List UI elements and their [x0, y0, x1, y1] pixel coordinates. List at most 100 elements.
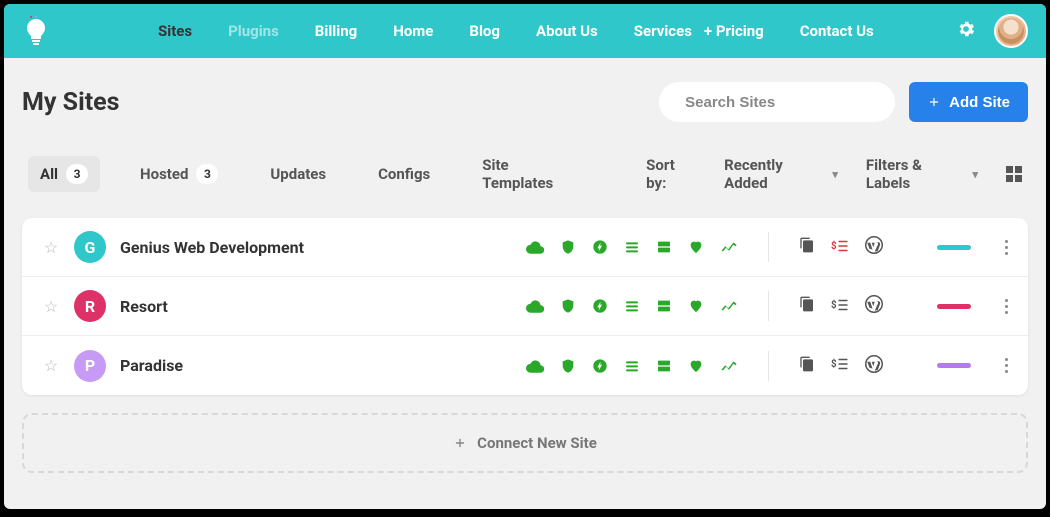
storage-icon — [656, 358, 672, 374]
tab-all[interactable]: All 3 — [28, 156, 100, 192]
tab-configs[interactable]: Configs — [366, 157, 442, 191]
heartbeat-icon — [688, 239, 704, 255]
cloud-icon — [526, 299, 544, 313]
nav-about[interactable]: About Us — [536, 22, 598, 40]
tab-hosted-count: 3 — [196, 164, 218, 184]
shield-icon — [560, 239, 576, 255]
svg-text:$: $ — [831, 300, 837, 311]
nav-billing[interactable]: Billing — [315, 22, 357, 40]
chevron-down-icon: ▾ — [832, 168, 838, 181]
chevron-down-icon: ▾ — [972, 168, 978, 181]
tab-hosted[interactable]: Hosted 3 — [128, 156, 230, 192]
connect-label: Connect New Site — [477, 434, 597, 452]
analytics-icon — [720, 240, 738, 254]
wordpress-icon[interactable] — [865, 295, 883, 317]
wordpress-icon[interactable] — [865, 236, 883, 258]
filters-label: Filters & Labels — [866, 156, 965, 192]
kebab-menu-icon[interactable] — [1005, 358, 1008, 373]
heartbeat-icon — [688, 298, 704, 314]
color-label-dash[interactable] — [937, 245, 971, 250]
status-icons — [526, 298, 738, 314]
bolt-circle-icon — [592, 298, 608, 314]
divider — [768, 232, 769, 262]
nav-home[interactable]: Home — [393, 22, 433, 40]
site-name: Resort — [120, 297, 512, 316]
shield-icon — [560, 298, 576, 314]
add-site-button[interactable]: Add Site — [909, 82, 1028, 122]
cloud-icon — [526, 359, 544, 373]
nav-plugins[interactable]: Plugins — [228, 22, 279, 40]
action-icons: $ — [799, 295, 883, 317]
storage-icon — [656, 298, 672, 314]
nav-pricing[interactable]: + Pricing — [704, 22, 764, 40]
sort-dropdown[interactable]: Recently Added ▾ — [724, 156, 838, 192]
site-letter-badge: G — [74, 231, 106, 263]
wordpress-icon[interactable] — [865, 355, 883, 377]
action-icons: $ — [799, 236, 883, 258]
grid-view-icon[interactable] — [1006, 166, 1022, 182]
analytics-icon — [720, 359, 738, 373]
search-box[interactable] — [659, 82, 895, 122]
site-row[interactable]: ☆ G Genius Web Development $ — [22, 218, 1028, 277]
tab-hosted-label: Hosted — [140, 165, 188, 183]
add-site-label: Add Site — [949, 94, 1010, 111]
lines-icon — [624, 358, 640, 374]
plus-icon — [453, 436, 467, 450]
filter-tabs: All 3 Hosted 3 Updates Configs Site Temp… — [4, 142, 1046, 218]
site-name: Paradise — [120, 356, 512, 375]
divider — [768, 351, 769, 381]
shield-icon — [560, 358, 576, 374]
heartbeat-icon — [688, 358, 704, 374]
site-row[interactable]: ☆ P Paradise $ — [22, 336, 1028, 395]
bolt-circle-icon — [592, 358, 608, 374]
sort-value-label: Recently Added — [724, 156, 824, 192]
tab-all-count: 3 — [66, 164, 88, 184]
top-navbar: Sites Plugins Billing Home Blog About Us… — [4, 4, 1046, 58]
nav-services[interactable]: Services — [634, 22, 692, 40]
tab-templates[interactable]: Site Templates — [470, 148, 590, 200]
gear-icon[interactable] — [956, 19, 976, 43]
kebab-menu-icon[interactable] — [1005, 299, 1008, 314]
sites-list: ☆ G Genius Web Development $ ☆ R Resort … — [22, 218, 1028, 395]
star-icon[interactable]: ☆ — [42, 356, 60, 375]
storage-icon — [656, 239, 672, 255]
nav-sites[interactable]: Sites — [158, 22, 192, 40]
price-list-icon[interactable]: $ — [831, 356, 849, 375]
color-label-dash[interactable] — [937, 304, 971, 309]
price-list-icon[interactable]: $ — [831, 238, 849, 257]
site-name: Genius Web Development — [120, 238, 512, 257]
kebab-menu-icon[interactable] — [1005, 240, 1008, 255]
copy-icon[interactable] — [799, 356, 815, 376]
price-list-icon[interactable]: $ — [831, 297, 849, 316]
plus-icon — [927, 95, 941, 109]
lines-icon — [624, 239, 640, 255]
sort-by-label: Sort by: — [646, 156, 696, 192]
star-icon[interactable]: ☆ — [42, 238, 60, 257]
svg-text:$: $ — [831, 359, 837, 370]
divider — [768, 291, 769, 321]
avatar[interactable] — [994, 14, 1028, 48]
analytics-icon — [720, 299, 738, 313]
color-label-dash[interactable] — [937, 363, 971, 368]
status-icons — [526, 358, 738, 374]
search-input[interactable] — [685, 94, 886, 111]
copy-icon[interactable] — [799, 296, 815, 316]
status-icons — [526, 239, 738, 255]
svg-text:$: $ — [831, 241, 837, 252]
action-icons: $ — [799, 355, 883, 377]
bolt-circle-icon — [592, 239, 608, 255]
nav-blog[interactable]: Blog — [469, 22, 500, 40]
cloud-icon — [526, 240, 544, 254]
site-letter-badge: R — [74, 290, 106, 322]
lines-icon — [624, 298, 640, 314]
connect-new-site-button[interactable]: Connect New Site — [22, 413, 1028, 473]
logo-icon[interactable] — [22, 15, 50, 47]
nav-contact[interactable]: Contact Us — [800, 22, 874, 40]
filters-labels-dropdown[interactable]: Filters & Labels ▾ — [866, 156, 978, 192]
site-letter-badge: P — [74, 350, 106, 382]
main-nav: Sites Plugins Billing Home Blog About Us… — [158, 22, 928, 40]
tab-updates[interactable]: Updates — [258, 157, 338, 191]
copy-icon[interactable] — [799, 237, 815, 257]
site-row[interactable]: ☆ R Resort $ — [22, 277, 1028, 336]
star-icon[interactable]: ☆ — [42, 297, 60, 316]
